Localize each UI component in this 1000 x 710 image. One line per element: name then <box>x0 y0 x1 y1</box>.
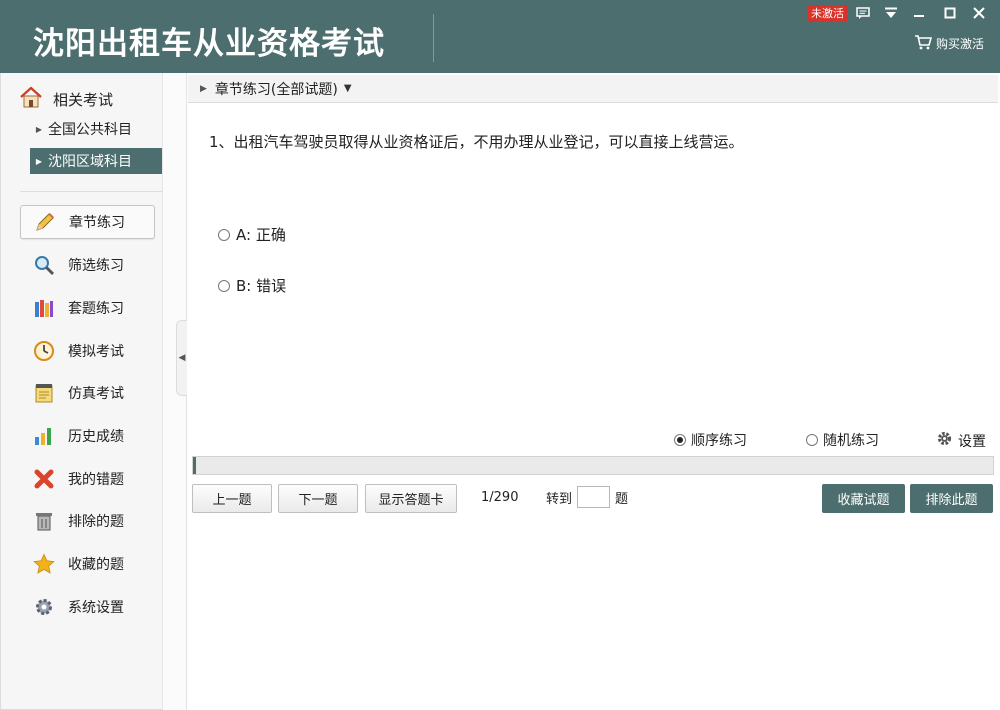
radio-sequential[interactable] <box>674 434 686 446</box>
goto-prefix: 转到 <box>546 491 573 507</box>
red-x-icon <box>20 468 68 490</box>
buy-label: 购买激活 <box>936 37 985 51</box>
prev-question-button[interactable]: 上一题 <box>192 484 272 513</box>
dropdown-menu-icon[interactable] <box>880 3 902 23</box>
minimize-icon[interactable] <box>908 3 930 23</box>
nav-my-mistakes[interactable]: 我的错题 <box>20 462 155 496</box>
radio-option-a[interactable] <box>218 228 230 241</box>
inactive-badge[interactable]: 未激活 <box>807 5 848 22</box>
subject-label: 沈阳区域科目 <box>48 154 132 170</box>
nav-label: 历史成绩 <box>68 429 124 445</box>
buy-activate-button[interactable]: 购买激活 <box>914 34 984 53</box>
option-label: A: 正确 <box>236 226 286 244</box>
search-icon <box>20 254 68 276</box>
nav-favorites[interactable]: 收藏的题 <box>20 547 155 581</box>
nav-set-practice[interactable]: 套题练习 <box>20 291 155 325</box>
breadcrumb: ▶ 章节练习(全部试题) ▼ <box>188 75 998 103</box>
nav-chapter-practice[interactable]: 章节练习 <box>20 205 155 239</box>
nav-label: 排除的题 <box>68 514 124 530</box>
goto-suffix: 题 <box>615 491 629 507</box>
nav-label: 章节练习 <box>69 215 125 231</box>
nav-label: 系统设置 <box>68 600 124 616</box>
favorite-question-button[interactable]: 收藏试题 <box>822 484 905 513</box>
exclude-question-button[interactable]: 排除此题 <box>910 484 993 513</box>
nav-label: 收藏的题 <box>68 557 124 573</box>
star-icon <box>20 553 68 575</box>
option-label: B: 错误 <box>236 277 287 295</box>
settings-button[interactable]: 设置 <box>936 430 986 451</box>
gear-icon <box>936 430 953 451</box>
home-icon <box>19 86 43 112</box>
nav-label: 仿真考试 <box>68 386 124 402</box>
sidebar-divider <box>20 191 167 192</box>
goto-input[interactable] <box>577 486 611 508</box>
related-exams-header[interactable]: 相关考试 <box>19 86 113 112</box>
nav-label: 套题练习 <box>68 301 124 317</box>
sidebar: 相关考试 ▶ 全国公共科目 ▶ 沈阳区域科目 章节练习 筛选练习 套题练习 模拟… <box>0 73 167 710</box>
subject-label: 全国公共科目 <box>48 122 132 138</box>
title-divider <box>433 14 434 62</box>
question-counter: 1/290 <box>481 490 519 505</box>
bar-chart-icon <box>20 425 68 447</box>
nav-filter-practice[interactable]: 筛选练习 <box>20 248 155 282</box>
breadcrumb-label[interactable]: 章节练习(全部试题) <box>215 79 338 99</box>
clock-icon <box>20 340 68 362</box>
option-b[interactable]: B: 错误 <box>218 275 286 296</box>
triangle-right-icon: ▶ <box>35 124 43 134</box>
message-icon[interactable] <box>852 3 874 23</box>
collapse-sidebar-button[interactable]: ◀ <box>176 320 187 396</box>
app-title: 沈阳出租车从业资格考试 <box>33 26 385 62</box>
pencil-icon <box>21 211 69 233</box>
trash-icon <box>20 510 68 532</box>
subject-shenyang-regional[interactable]: ▶ 沈阳区域科目 <box>30 148 162 174</box>
nav-excluded-questions[interactable]: 排除的题 <box>20 504 155 538</box>
nav-simulated-exam[interactable]: 仿真考试 <box>20 376 155 410</box>
radio-random[interactable] <box>806 434 818 446</box>
title-bar: 沈阳出租车从业资格考试 未激活 购买激活 <box>0 0 1000 73</box>
mode-label: 顺序练习 <box>691 433 747 449</box>
cart-icon <box>914 34 933 53</box>
next-question-button[interactable]: 下一题 <box>278 484 358 513</box>
nav-label: 筛选练习 <box>68 258 124 274</box>
books-icon <box>20 297 68 319</box>
nav-system-settings[interactable]: 系统设置 <box>20 590 155 624</box>
related-exams-label: 相关考试 <box>53 90 114 109</box>
radio-option-b[interactable] <box>218 279 230 292</box>
nav-history-scores[interactable]: 历史成绩 <box>20 419 155 453</box>
notepad-icon <box>20 382 68 404</box>
nav-label: 模拟考试 <box>68 344 124 360</box>
progress-bar <box>192 456 994 475</box>
subject-national-public[interactable]: ▶ 全国公共科目 <box>30 116 162 142</box>
mode-random[interactable]: 随机练习 <box>806 430 879 450</box>
triangle-right-icon: ▶ <box>35 156 43 166</box>
mode-sequential[interactable]: 顺序练习 <box>674 430 747 450</box>
mode-label: 随机练习 <box>823 433 879 449</box>
chevron-right-icon: ▶ <box>200 83 207 94</box>
nav-mock-exam[interactable]: 模拟考试 <box>20 334 155 368</box>
gear-icon <box>20 596 68 618</box>
show-answer-card-button[interactable]: 显示答题卡 <box>365 484 457 513</box>
maximize-icon[interactable] <box>939 3 961 23</box>
chevron-down-icon[interactable]: ▼ <box>344 83 352 94</box>
option-a[interactable]: A: 正确 <box>218 224 286 245</box>
goto-question: 转到 题 <box>546 486 628 508</box>
chevron-left-icon: ◀ <box>178 353 186 363</box>
progress-fill <box>193 457 196 474</box>
question-text: 1、出租汽车驾驶员取得从业资格证后，不用办理从业登记，可以直接上线营运。 <box>209 133 744 151</box>
settings-label: 设置 <box>958 433 986 450</box>
close-icon[interactable] <box>968 3 990 23</box>
nav-label: 我的错题 <box>68 472 124 488</box>
